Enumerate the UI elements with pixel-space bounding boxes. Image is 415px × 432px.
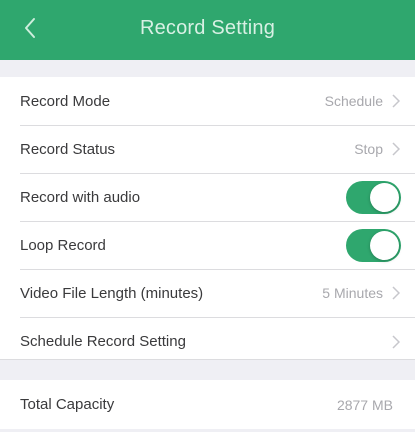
back-button[interactable]: [8, 6, 52, 50]
toggle-knob: [370, 182, 399, 212]
record-status-value: Stop: [354, 141, 383, 157]
record-setting-screen: Record Setting Record Mode Schedule Reco…: [0, 0, 415, 432]
record-mode-row[interactable]: Record Mode Schedule: [0, 77, 415, 125]
record-with-audio-toggle[interactable]: [346, 180, 401, 214]
chevron-right-icon: [391, 334, 401, 350]
record-status-label: Record Status: [20, 140, 116, 158]
chevron-right-icon: [391, 141, 401, 157]
chevron-right-icon: [391, 93, 401, 109]
record-mode-value: Schedule: [324, 93, 383, 109]
record-settings-list: Record Mode Schedule Record Status Stop …: [0, 77, 415, 366]
video-file-length-value: 5 Minutes: [322, 285, 383, 301]
video-file-length-row[interactable]: Video File Length (minutes) 5 Minutes: [0, 269, 415, 317]
loop-record-row: Loop Record: [0, 221, 415, 269]
loop-record-toggle[interactable]: [346, 228, 401, 262]
loop-record-label: Loop Record: [20, 236, 106, 254]
total-capacity-value: 2877 MB: [336, 396, 393, 413]
chevron-left-icon: [23, 16, 37, 40]
storage-info-list: Total Capacity 2877 MB: [0, 380, 415, 429]
chevron-right-icon: [391, 285, 401, 301]
total-capacity-label: Total Capacity: [20, 396, 115, 413]
navigation-bar: Record Setting: [0, 0, 415, 60]
schedule-record-setting-label: Schedule Record Setting: [20, 333, 186, 350]
record-with-audio-row: Record with audio: [0, 173, 415, 221]
section-spacer: [0, 359, 415, 380]
page-title: Record Setting: [139, 16, 276, 39]
record-status-row[interactable]: Record Status Stop: [0, 125, 415, 173]
section-spacer: [0, 60, 415, 77]
video-file-length-label: Video File Length (minutes): [20, 284, 204, 302]
toggle-knob: [370, 230, 399, 260]
record-with-audio-label: Record with audio: [20, 188, 141, 206]
record-mode-label: Record Mode: [20, 92, 111, 110]
total-capacity-row: Total Capacity 2877 MB: [0, 380, 415, 429]
